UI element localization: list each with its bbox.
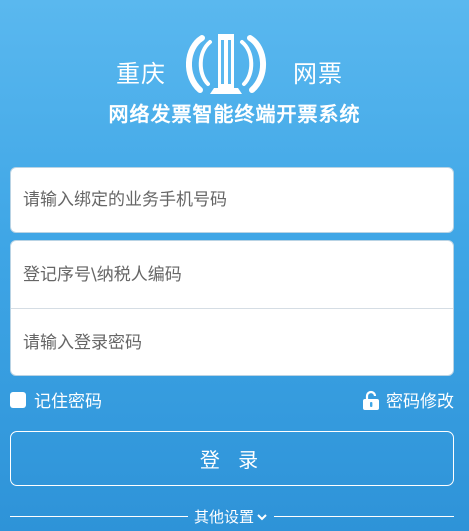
unlock-icon — [363, 390, 379, 410]
header: 重庆 网票 — [0, 14, 469, 94]
system-title: 网络发票智能终端开票系统 — [108, 102, 361, 126]
taxpayer-field[interactable] — [11, 241, 453, 308]
phone-input[interactable] — [11, 168, 453, 232]
city-name: 重庆 — [116, 60, 166, 88]
other-settings-toggle[interactable]: 其他设置 — [194, 506, 268, 527]
other-settings-label: 其他设置 — [194, 508, 255, 526]
login-button[interactable]: 登 录 — [10, 431, 454, 486]
change-password-link[interactable]: 密码修改 — [362, 387, 454, 412]
credentials-group — [10, 240, 454, 376]
other-settings[interactable]: 其他设置 — [0, 505, 469, 527]
divider — [274, 516, 454, 517]
remember-password-toggle[interactable]: 记住密码 — [10, 387, 102, 412]
taxpayer-id-input[interactable] — [11, 241, 453, 308]
remember-label: 记住密码 — [34, 392, 102, 412]
city-name: 网票 — [293, 60, 343, 88]
chevron-down-icon — [257, 513, 267, 520]
password-field[interactable] — [11, 308, 453, 375]
remember-checkbox[interactable] — [10, 391, 26, 408]
divider — [10, 516, 188, 517]
phone-field[interactable] — [10, 167, 454, 233]
password-input[interactable] — [11, 309, 453, 375]
tax-emblem-icon — [185, 34, 267, 94]
change-password-label: 密码修改 — [386, 392, 454, 412]
